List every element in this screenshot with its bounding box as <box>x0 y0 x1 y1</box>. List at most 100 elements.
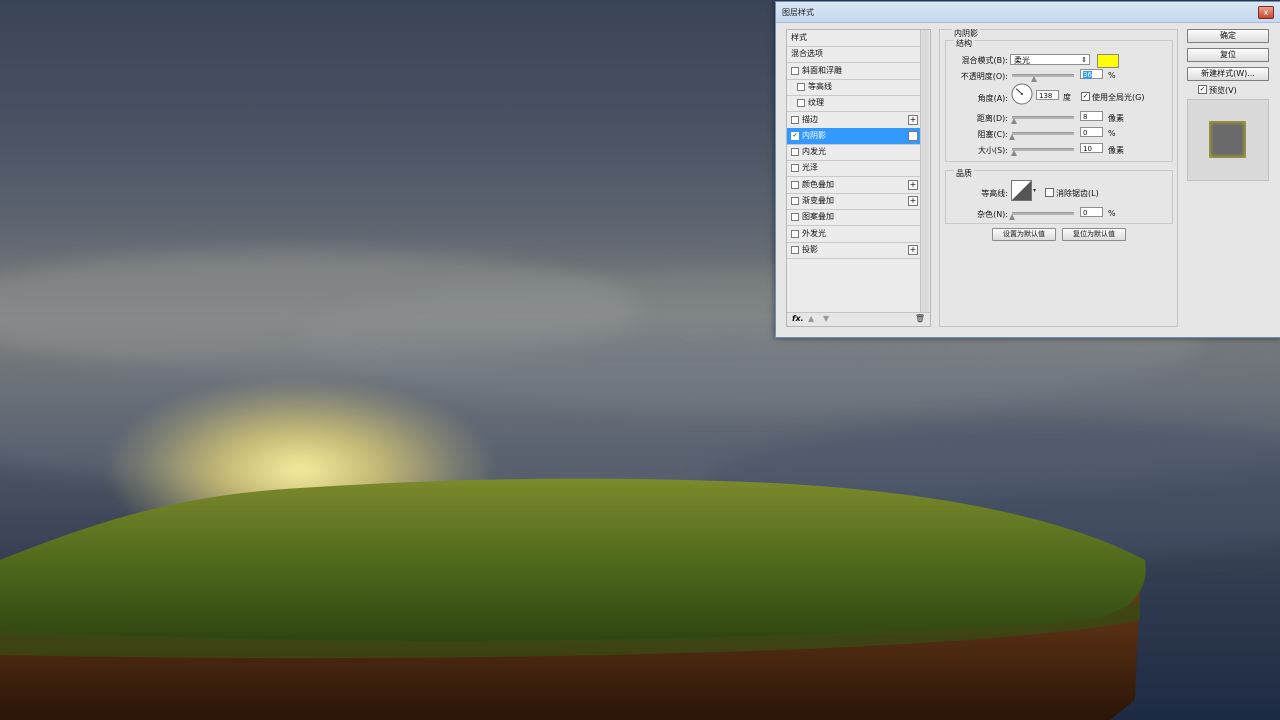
style-checkbox[interactable] <box>791 148 799 157</box>
style-item-label: 颜色叠加 <box>802 179 834 189</box>
antialias-label: 消除锯齿(L) <box>1056 189 1099 198</box>
layer-style-dialog: 图层样式 x 样式 混合选项 斜面和浮雕 等高线 纹理 描边 + ✓ 内阴影 + 内发光 光泽 颜色叠加… <box>775 1 1280 338</box>
choke-unit: % <box>1108 129 1116 138</box>
distance-unit: 像素 <box>1108 114 1124 123</box>
preview-checkbox[interactable]: ✓ <box>1198 85 1207 94</box>
antialias-checkbox[interactable] <box>1045 188 1054 197</box>
distance-label: 距离(D): <box>976 114 1008 123</box>
style-item-label: 渐变叠加 <box>802 196 834 205</box>
trash-icon[interactable]: 🗑 <box>915 314 925 323</box>
angle-dial[interactable] <box>1011 83 1033 105</box>
style-checkbox[interactable] <box>791 197 799 205</box>
styles-list-item[interactable]: ✓ 内阴影 + <box>787 127 920 145</box>
distance-input[interactable]: 8 <box>1080 111 1103 121</box>
global-light-checkbox[interactable]: ✓ <box>1081 92 1090 101</box>
add-style-plus-icon[interactable]: + <box>908 196 918 206</box>
noise-unit: % <box>1108 209 1116 218</box>
styles-list-item[interactable]: 纹理 <box>787 95 920 113</box>
style-checkbox[interactable] <box>791 229 799 238</box>
opacity-input[interactable]: 36 <box>1080 69 1103 79</box>
set-default-button[interactable]: 设置为默认值 <box>992 228 1056 241</box>
structure-group: 结构 混合模式(B): 柔光 ⇕ 不透明度(O): 36 % 角度(A): 13… <box>945 38 1173 162</box>
style-item-label: 纹理 <box>808 98 824 108</box>
styles-list-item[interactable]: 颜色叠加 + <box>787 177 920 194</box>
style-item-label: 投影 <box>802 244 818 254</box>
noise-label: 杂色(N): <box>977 210 1008 219</box>
choke-slider-track[interactable] <box>1012 132 1074 135</box>
fx-menu-button[interactable]: fx. <box>792 314 804 323</box>
style-checkbox[interactable] <box>797 99 805 108</box>
style-item-label: 混合选项 <box>791 49 823 59</box>
add-style-plus-icon[interactable]: + <box>908 130 918 141</box>
arrow-up-icon[interactable]: ▲ <box>808 314 814 323</box>
angle-unit: 度 <box>1063 93 1071 102</box>
dialog-title: 图层样式 <box>782 8 814 17</box>
angle-label: 角度(A): <box>977 94 1008 103</box>
inner-shadow-panel: 内阴影 结构 混合模式(B): 柔光 ⇕ 不透明度(O): 36 % 角度(A)… <box>939 28 1178 327</box>
style-item-label: 外发光 <box>802 228 826 238</box>
opacity-unit: % <box>1108 71 1116 80</box>
add-style-plus-icon[interactable]: + <box>908 244 918 255</box>
style-item-label: 斜面和浮雕 <box>802 65 842 75</box>
style-checkbox[interactable] <box>791 245 799 254</box>
style-checkbox[interactable]: ✓ <box>791 131 799 140</box>
styles-list-item[interactable]: 等高线 <box>787 79 920 96</box>
noise-slider-track[interactable] <box>1012 212 1074 215</box>
opacity-slider-thumb[interactable] <box>1031 76 1038 82</box>
reset-default-button[interactable]: 复位为默认值 <box>1062 228 1126 241</box>
dialog-titlebar[interactable]: 图层样式 x <box>776 2 1280 23</box>
choke-slider-thumb[interactable] <box>1009 134 1015 140</box>
styles-list-item[interactable]: 投影 + <box>787 242 920 259</box>
size-slider-track[interactable] <box>1012 148 1074 151</box>
style-item-label: 内发光 <box>802 147 826 157</box>
styles-list-item[interactable]: 内发光 <box>787 144 920 162</box>
styles-list-item[interactable]: 混合选项 <box>787 46 920 64</box>
blend-mode-label: 混合模式(B): <box>961 56 1008 65</box>
size-unit: 像素 <box>1108 146 1124 155</box>
styles-list-item[interactable]: 光泽 <box>787 160 920 178</box>
style-checkbox[interactable] <box>791 180 799 189</box>
size-slider-thumb[interactable] <box>1011 150 1018 156</box>
size-input[interactable]: 10 <box>1080 143 1103 153</box>
contour-picker[interactable] <box>1011 180 1037 202</box>
close-button[interactable]: x <box>1258 6 1274 19</box>
styles-list-item[interactable]: 图案叠加 <box>787 209 920 227</box>
style-item-label: 图案叠加 <box>802 212 834 222</box>
arrow-down-icon[interactable]: ▼ <box>823 314 829 323</box>
angle-input[interactable]: 138 <box>1036 90 1059 100</box>
styles-list-item[interactable]: 样式 <box>787 30 920 47</box>
blend-mode-select[interactable]: 柔光 ⇕ <box>1010 54 1090 65</box>
style-preview <box>1187 99 1269 181</box>
style-item-label: 内阴影 <box>802 130 826 140</box>
blend-mode-value: 柔光 <box>1014 56 1030 65</box>
choke-input[interactable]: 0 <box>1080 127 1103 137</box>
add-style-plus-icon[interactable]: + <box>908 114 918 125</box>
styles-list-item[interactable]: 描边 + <box>787 112 920 129</box>
styles-list-item[interactable]: 斜面和浮雕 <box>787 63 920 80</box>
shadow-color-swatch[interactable] <box>1097 54 1119 68</box>
styles-list-item[interactable]: 渐变叠加 + <box>787 193 920 210</box>
reset-button[interactable]: 复位 <box>1187 48 1269 62</box>
distance-slider-thumb[interactable] <box>1010 118 1017 124</box>
quality-title: 品质 <box>954 168 974 179</box>
choke-label: 阻塞(C): <box>977 130 1008 139</box>
add-style-plus-icon[interactable]: + <box>908 179 918 190</box>
style-item-label: 描边 <box>802 114 818 124</box>
opacity-slider-track[interactable] <box>1012 74 1074 77</box>
distance-slider-track[interactable] <box>1012 116 1074 119</box>
style-checkbox[interactable] <box>791 164 799 173</box>
noise-input[interactable]: 0 <box>1080 207 1103 217</box>
styles-list-scrollbar[interactable] <box>920 30 929 312</box>
style-item-label: 样式 <box>791 33 807 42</box>
noise-slider-thumb[interactable] <box>1009 214 1015 220</box>
new-style-button[interactable]: 新建样式(W)... <box>1187 67 1269 81</box>
contour-label: 等高线: <box>981 189 1008 198</box>
ok-button[interactable]: 确定 <box>1187 29 1269 43</box>
style-checkbox[interactable] <box>791 115 799 124</box>
style-checkbox[interactable] <box>791 213 799 222</box>
styles-list-panel: 样式混合选项斜面和浮雕等高线纹理描边 + ✓ 内阴影 + 内发光光泽 颜色叠加 + 渐变叠加 + 图… <box>786 29 931 327</box>
size-label: 大小(S): <box>977 146 1008 155</box>
style-checkbox[interactable] <box>791 66 799 75</box>
style-checkbox[interactable] <box>797 82 805 91</box>
styles-list-item[interactable]: 外发光 <box>787 226 920 243</box>
